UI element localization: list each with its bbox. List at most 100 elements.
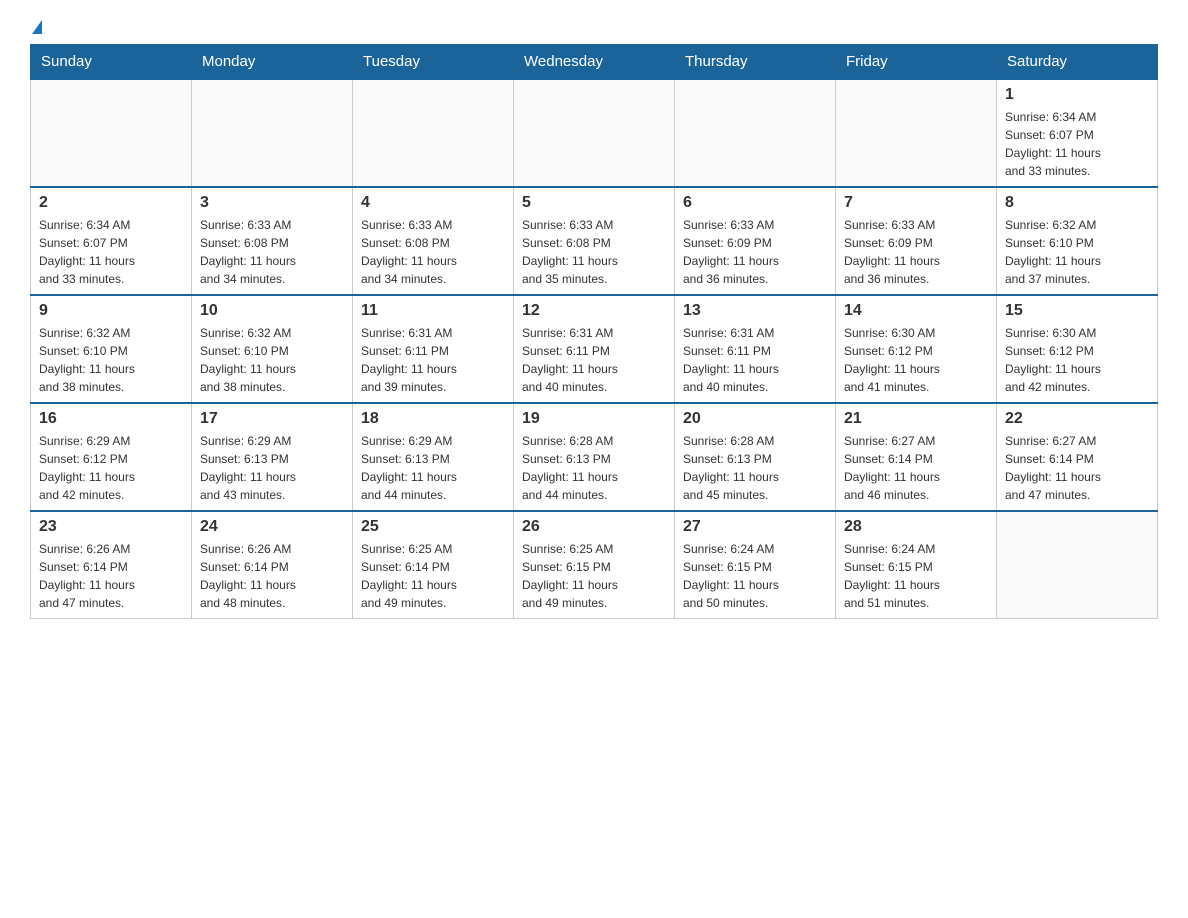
day-info: Sunrise: 6:27 AM Sunset: 6:14 PM Dayligh… [844, 432, 988, 504]
calendar-cell: 5 Sunrise: 6:33 AM Sunset: 6:08 PM Daylig… [514, 187, 675, 295]
weekday-header-tuesday: Tuesday [353, 45, 514, 80]
day-number: 27 [683, 518, 827, 536]
day-number: 2 [39, 194, 183, 212]
day-number: 9 [39, 302, 183, 320]
calendar-week-row: 1 Sunrise: 6:34 AM Sunset: 6:07 PM Daylig… [31, 79, 1158, 187]
calendar-cell [31, 79, 192, 187]
calendar-cell: 1 Sunrise: 6:34 AM Sunset: 6:07 PM Daylig… [997, 79, 1158, 187]
day-info: Sunrise: 6:25 AM Sunset: 6:15 PM Dayligh… [522, 540, 666, 612]
day-info: Sunrise: 6:34 AM Sunset: 6:07 PM Dayligh… [1005, 108, 1149, 180]
calendar-cell: 6 Sunrise: 6:33 AM Sunset: 6:09 PM Daylig… [675, 187, 836, 295]
calendar-cell: 8 Sunrise: 6:32 AM Sunset: 6:10 PM Daylig… [997, 187, 1158, 295]
day-info: Sunrise: 6:26 AM Sunset: 6:14 PM Dayligh… [200, 540, 344, 612]
calendar-cell: 23Sunrise: 6:26 AM Sunset: 6:14 PM Dayli… [31, 511, 192, 619]
calendar-cell: 11 Sunrise: 6:31 AM Sunset: 6:11 PM Dayli… [353, 295, 514, 403]
calendar-cell: 15 Sunrise: 6:30 AM Sunset: 6:12 PM Dayli… [997, 295, 1158, 403]
day-info: Sunrise: 6:24 AM Sunset: 6:15 PM Dayligh… [683, 540, 827, 612]
day-info: Sunrise: 6:31 AM Sunset: 6:11 PM Dayligh… [522, 324, 666, 396]
calendar-cell: 27 Sunrise: 6:24 AM Sunset: 6:15 PM Dayli… [675, 511, 836, 619]
day-info: Sunrise: 6:30 AM Sunset: 6:12 PM Dayligh… [844, 324, 988, 396]
day-info: Sunrise: 6:33 AM Sunset: 6:08 PM Dayligh… [361, 216, 505, 288]
day-number: 21 [844, 410, 988, 428]
day-number: 18 [361, 410, 505, 428]
day-number: 1 [1005, 86, 1149, 104]
day-info: Sunrise: 6:25 AM Sunset: 6:14 PM Dayligh… [361, 540, 505, 612]
day-info: Sunrise: 6:33 AM Sunset: 6:09 PM Dayligh… [683, 216, 827, 288]
calendar-cell: 3 Sunrise: 6:33 AM Sunset: 6:08 PM Daylig… [192, 187, 353, 295]
calendar-cell: 4 Sunrise: 6:33 AM Sunset: 6:08 PM Daylig… [353, 187, 514, 295]
day-info: Sunrise: 6:28 AM Sunset: 6:13 PM Dayligh… [683, 432, 827, 504]
day-info: Sunrise: 6:31 AM Sunset: 6:11 PM Dayligh… [361, 324, 505, 396]
day-info: Sunrise: 6:29 AM Sunset: 6:13 PM Dayligh… [361, 432, 505, 504]
calendar-week-row: 9 Sunrise: 6:32 AM Sunset: 6:10 PM Daylig… [31, 295, 1158, 403]
calendar-cell: 7 Sunrise: 6:33 AM Sunset: 6:09 PM Daylig… [836, 187, 997, 295]
calendar-cell [514, 79, 675, 187]
day-info: Sunrise: 6:33 AM Sunset: 6:09 PM Dayligh… [844, 216, 988, 288]
day-number: 11 [361, 302, 505, 320]
day-info: Sunrise: 6:29 AM Sunset: 6:12 PM Dayligh… [39, 432, 183, 504]
day-info: Sunrise: 6:31 AM Sunset: 6:11 PM Dayligh… [683, 324, 827, 396]
day-info: Sunrise: 6:32 AM Sunset: 6:10 PM Dayligh… [1005, 216, 1149, 288]
day-number: 17 [200, 410, 344, 428]
calendar-cell: 26 Sunrise: 6:25 AM Sunset: 6:15 PM Dayli… [514, 511, 675, 619]
day-info: Sunrise: 6:33 AM Sunset: 6:08 PM Dayligh… [522, 216, 666, 288]
calendar-week-row: 23 Sunrise: 6:26 AM Sunset: 6:14 PM Dayli… [31, 511, 1158, 619]
day-number: 3 [200, 194, 344, 212]
calendar-cell: 21 Sunrise: 6:27 AM Sunset: 6:14 PM Dayli… [836, 403, 997, 511]
calendar-cell: 9 Sunrise: 6:32 AM Sunset: 6:10 PM Daylig… [31, 295, 192, 403]
calendar-header-row: SundayMondayTuesdayWednesdayThursdayFrid… [31, 45, 1158, 80]
calendar-cell: 16 Sunrise: 6:29 AM Sunset: 6:12 PM Dayli… [31, 403, 192, 511]
calendar-cell: 25 Sunrise: 6:25 AM Sunset: 6:14 PM Dayli… [353, 511, 514, 619]
calendar-cell: 14 Sunrise: 6:30 AM Sunset: 6:12 PM Dayli… [836, 295, 997, 403]
day-info: Sunrise: 6:32 AM Sunset: 6:10 PM Dayligh… [39, 324, 183, 396]
weekday-header-sunday: Sunday [31, 45, 192, 80]
day-number: 6 [683, 194, 827, 212]
day-number: 16 [39, 410, 183, 428]
weekday-header-thursday: Thursday [675, 45, 836, 80]
calendar-cell: 17 Sunrise: 6:29 AM Sunset: 6:13 PM Dayli… [192, 403, 353, 511]
day-info: Sunrise: 6:30 AM Sunset: 6:12 PM Dayligh… [1005, 324, 1149, 396]
day-number: 22 [1005, 410, 1149, 428]
day-number: 25 [361, 518, 505, 536]
calendar-cell: 2 Sunrise: 6:34 AM Sunset: 6:07 PM Daylig… [31, 187, 192, 295]
day-info: Sunrise: 6:29 AM Sunset: 6:13 PM Dayligh… [200, 432, 344, 504]
calendar-cell: 10 Sunrise: 6:32 AM Sunset: 6:10 PM Dayli… [192, 295, 353, 403]
day-info: Sunrise: 6:34 AM Sunset: 6:07 PM Dayligh… [39, 216, 183, 288]
day-number: 4 [361, 194, 505, 212]
calendar-cell [353, 79, 514, 187]
weekday-header-monday: Monday [192, 45, 353, 80]
weekday-header-wednesday: Wednesday [514, 45, 675, 80]
day-number: 28 [844, 518, 988, 536]
day-info: Sunrise: 6:24 AM Sunset: 6:15 PM Dayligh… [844, 540, 988, 612]
day-number: 14 [844, 302, 988, 320]
weekday-header-saturday: Saturday [997, 45, 1158, 80]
calendar-week-row: 2 Sunrise: 6:34 AM Sunset: 6:07 PM Daylig… [31, 187, 1158, 295]
weekday-header-friday: Friday [836, 45, 997, 80]
calendar-cell: 20Sunrise: 6:28 AM Sunset: 6:13 PM Dayli… [675, 403, 836, 511]
day-number: 13 [683, 302, 827, 320]
day-number: 5 [522, 194, 666, 212]
page-header [30, 20, 1158, 34]
day-info: Sunrise: 6:27 AM Sunset: 6:14 PM Dayligh… [1005, 432, 1149, 504]
day-info: Sunrise: 6:28 AM Sunset: 6:13 PM Dayligh… [522, 432, 666, 504]
logo-triangle-icon [32, 20, 42, 34]
day-number: 26 [522, 518, 666, 536]
day-number: 15 [1005, 302, 1149, 320]
day-info: Sunrise: 6:32 AM Sunset: 6:10 PM Dayligh… [200, 324, 344, 396]
day-number: 24 [200, 518, 344, 536]
calendar-cell: 18 Sunrise: 6:29 AM Sunset: 6:13 PM Dayli… [353, 403, 514, 511]
day-number: 8 [1005, 194, 1149, 212]
calendar-cell [997, 511, 1158, 619]
day-number: 23 [39, 518, 183, 536]
calendar-cell: 22 Sunrise: 6:27 AM Sunset: 6:14 PM Dayli… [997, 403, 1158, 511]
day-info: Sunrise: 6:33 AM Sunset: 6:08 PM Dayligh… [200, 216, 344, 288]
calendar-cell: 13 Sunrise: 6:31 AM Sunset: 6:11 PM Dayli… [675, 295, 836, 403]
calendar-cell [836, 79, 997, 187]
calendar-table: SundayMondayTuesdayWednesdayThursdayFrid… [30, 44, 1158, 619]
calendar-cell [192, 79, 353, 187]
logo [30, 20, 42, 34]
day-number: 10 [200, 302, 344, 320]
day-number: 12 [522, 302, 666, 320]
day-number: 7 [844, 194, 988, 212]
calendar-cell: 12 Sunrise: 6:31 AM Sunset: 6:11 PM Dayli… [514, 295, 675, 403]
